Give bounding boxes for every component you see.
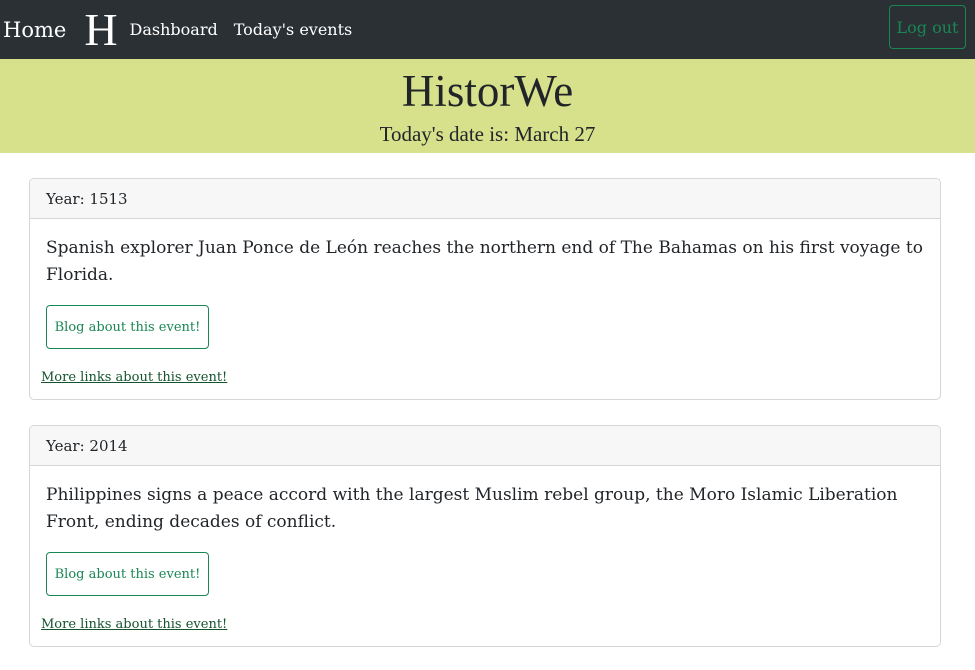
nav-dashboard-link[interactable]: Dashboard (130, 20, 218, 39)
more-links-link[interactable]: More links about this event! (41, 617, 924, 646)
site-title: HistorWe (401, 66, 574, 116)
event-card: Year: 1513 Spanish explorer Juan Ponce d… (29, 178, 941, 400)
top-navbar: Home H Dashboard Today's events Log out (0, 0, 975, 59)
events-list: Year: 1513 Spanish explorer Juan Ponce d… (0, 153, 975, 647)
event-year: Year: 1513 (30, 179, 940, 219)
event-card-body: Spanish explorer Juan Ponce de León reac… (30, 219, 940, 399)
nav-home-link[interactable]: Home (3, 18, 66, 42)
event-description: Spanish explorer Juan Ponce de León reac… (46, 238, 923, 285)
event-year: Year: 2014 (30, 426, 940, 466)
hero-banner: HistorWe Today's date is: March 27 (0, 59, 975, 153)
event-card: Year: 2014 Philippines signs a peace acc… (29, 425, 941, 647)
more-links-link[interactable]: More links about this event! (41, 370, 924, 399)
logo-h: H (84, 3, 118, 55)
event-description: Philippines signs a peace accord with th… (46, 485, 898, 532)
logout-button[interactable]: Log out (889, 5, 966, 49)
event-card-body: Philippines signs a peace accord with th… (30, 466, 940, 646)
blog-about-event-button[interactable]: Blog about this event! (46, 305, 209, 349)
blog-about-event-button[interactable]: Blog about this event! (46, 552, 209, 596)
nav-todays-events-link[interactable]: Today's events (234, 20, 353, 39)
todays-date: Today's date is: March 27 (379, 122, 596, 146)
